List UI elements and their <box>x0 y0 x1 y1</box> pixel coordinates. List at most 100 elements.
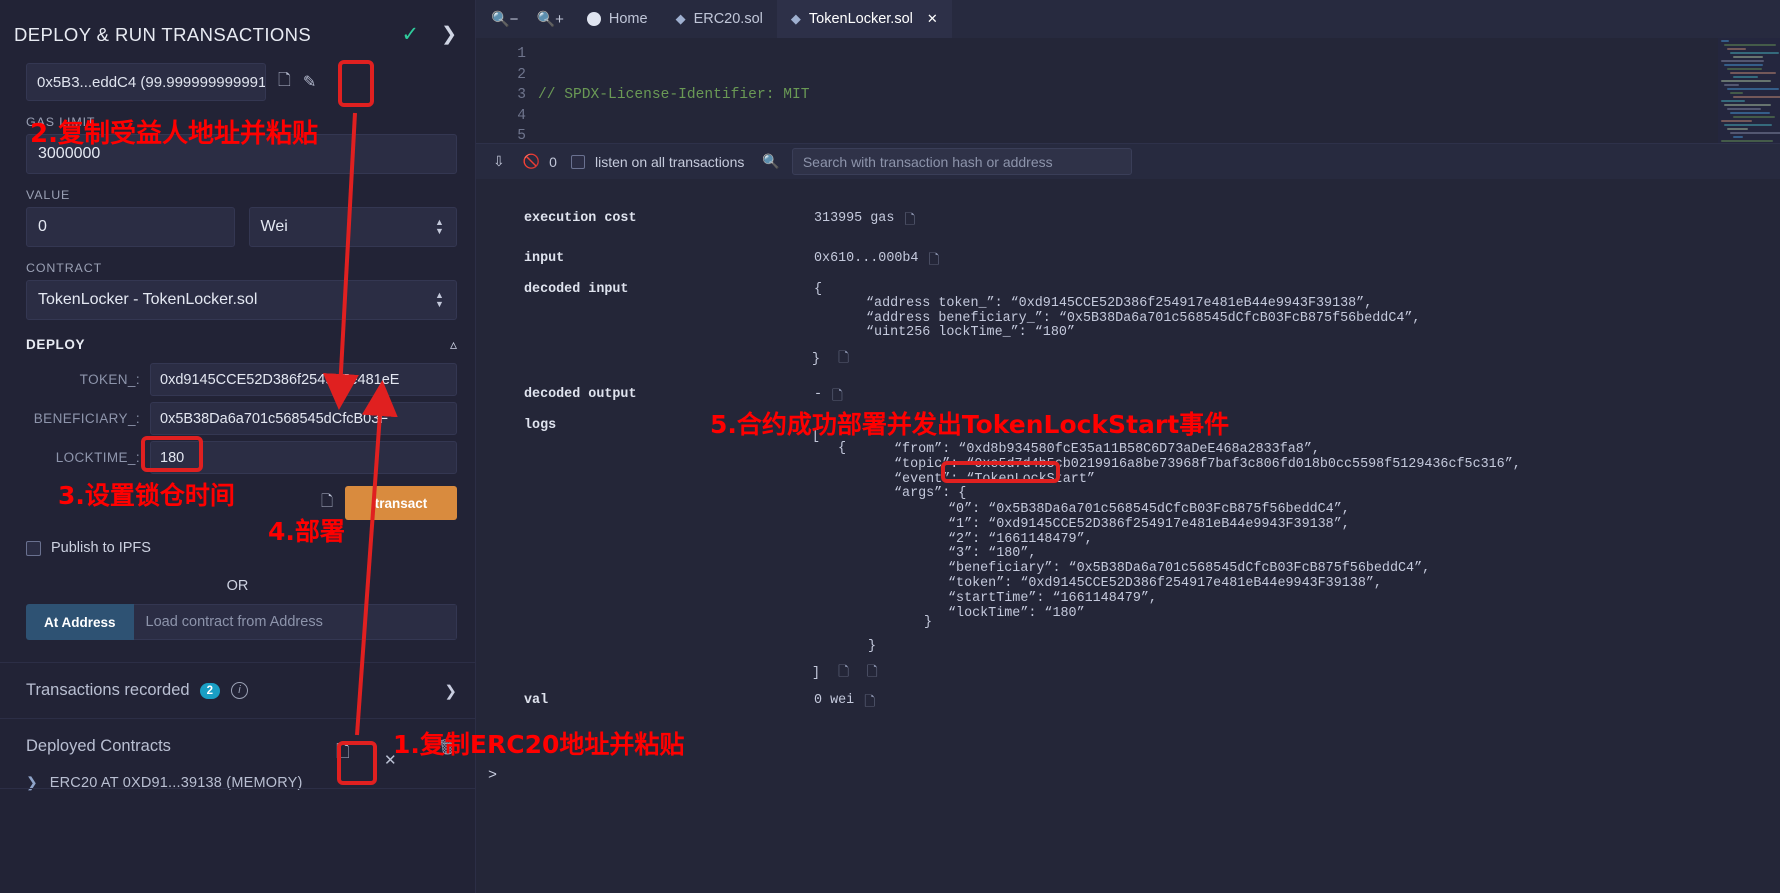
minimap-line <box>1724 44 1776 46</box>
minimap-line <box>1724 124 1772 126</box>
minimap-line <box>1733 76 1758 78</box>
args-line-locktime: “lockTime”: “180” <box>948 605 1085 621</box>
value-row: 0 Wei ▲ ▼ <box>26 207 457 247</box>
minimap-line <box>1724 104 1771 106</box>
minimap-line <box>1730 92 1743 94</box>
args-line-0: “0”: “0x5B38Da6a701c568545dCfcB03FcB875f… <box>948 502 1350 517</box>
param-row-locktime: LOCKTIME_: 180 <box>26 441 457 474</box>
code-editor[interactable]: 1 2 3 4 5 // SPDX-License-Identifier: MI… <box>476 38 1780 143</box>
account-select[interactable]: 0x5B3...eddC4 (99.999999999991650 ▲▼ <box>26 63 266 101</box>
solidity-icon-erc20: ◆ <box>675 11 686 26</box>
publish-ipfs-row[interactable]: Publish to IPFS <box>26 540 475 556</box>
panel-header: DEPLOY & RUN TRANSACTIONS ✓ ❯ <box>0 0 475 55</box>
line-number: 5 <box>517 128 526 143</box>
line-number: 3 <box>517 87 526 103</box>
or-divider: OR <box>226 578 249 594</box>
terminal-count: 0 <box>549 153 557 170</box>
contract-select[interactable]: TokenLocker - TokenLocker.sol ▲ ▼ <box>26 280 457 320</box>
logs-close-row: ] 🗋 🗋 <box>812 663 878 685</box>
search-icon[interactable]: 🔍 <box>762 153 779 170</box>
at-address-button[interactable]: At Address <box>26 604 134 640</box>
chevron-right-icon[interactable]: ❯ <box>441 23 457 46</box>
line-number: 2 <box>517 66 526 83</box>
args-line-1: “1”: “0xd9145CCE52D386f254917e481eB44e99… <box>948 516 1350 532</box>
tab-erc20[interactable]: ◆ ERC20.sol <box>662 0 777 38</box>
copy-icon[interactable]: 🗋 <box>928 251 939 273</box>
row-key: val <box>524 693 549 708</box>
highlight-event-name <box>941 461 1060 483</box>
deploy-section-header[interactable]: DEPLOY ▵ <box>26 336 457 353</box>
terminal-row-input: input 0x610...000b4 🗋 <box>524 251 939 273</box>
transactions-recorded-label: Transactions recorded <box>26 681 190 699</box>
info-icon[interactable]: i <box>230 682 248 699</box>
copy-icon[interactable]: 🗋 <box>838 666 849 681</box>
tab-tokenlocker[interactable]: ◆ TokenLocker.sol ✕ <box>776 0 952 38</box>
value-label: VALUE <box>26 188 71 202</box>
copy-icon[interactable]: 🗋 <box>904 211 915 233</box>
row-key: decoded input <box>524 282 629 297</box>
minimap-line <box>1733 136 1743 138</box>
unit-stepper-icon[interactable]: ▲ ▼ <box>434 218 445 236</box>
logs-close-bracket: ] <box>812 666 821 681</box>
close-icon[interactable]: ✕ <box>927 11 938 27</box>
tab-home[interactable]: Home <box>573 0 662 38</box>
page-title: DEPLOY & RUN TRANSACTIONS <box>14 23 312 45</box>
args-line-starttime: “startTime”: “1661148479”, <box>948 590 1157 606</box>
publish-ipfs-checkbox[interactable] <box>26 540 41 556</box>
param-input-token[interactable]: 0xd9145CCE52D386f254917e481eE <box>150 363 457 396</box>
decoded-input-close-row: } 🗋 <box>812 349 849 371</box>
value-unit-select[interactable]: Wei ▲ ▼ <box>248 207 457 247</box>
minimap-line <box>1733 56 1763 58</box>
deployed-contract-item[interactable]: ❯ ERC20 AT 0XD91...39138 (MEMORY) <box>0 766 475 799</box>
terminal-output[interactable]: execution cost 313995 gas 🗋 input 0x610.… <box>476 179 1780 893</box>
code-text[interactable]: // SPDX-License-Identifier: MIT // wtf.a… <box>538 38 1780 143</box>
code-line-1: // SPDX-License-Identifier: MIT <box>538 87 810 103</box>
minimap-line <box>1733 96 1780 98</box>
value-input[interactable]: 0 <box>26 207 235 247</box>
logs-line-from: “from”: “0xd8b934580fcE35a11B58C6D73aDeE… <box>894 442 1320 457</box>
minimap-line <box>1727 88 1779 90</box>
copy-account-icon[interactable]: 🗋 <box>278 69 291 96</box>
contract-stepper-icon[interactable]: ▲ ▼ <box>434 291 445 309</box>
listen-all-transactions-checkbox[interactable] <box>570 154 585 169</box>
copy-icon-2[interactable]: 🗋 <box>867 666 878 681</box>
transactions-recorded-row[interactable]: Transactions recorded 2 i ❯ <box>0 663 475 718</box>
row-key: execution cost <box>524 211 637 226</box>
args-line-3: “3”: “180”, <box>948 546 1037 562</box>
param-input-beneficiary[interactable]: 0x5B38Da6a701c568545dCfcB03F <box>150 402 457 435</box>
row-value: { <box>814 282 823 297</box>
terminal-prompt[interactable]: > <box>488 767 497 784</box>
value-unit: Wei <box>260 218 288 235</box>
minimap-line <box>1727 48 1746 50</box>
contract-value: TokenLocker - TokenLocker.sol <box>38 291 258 308</box>
at-address-input[interactable]: Load contract from Address <box>133 604 457 640</box>
zoom-out-icon[interactable]: 🔍− <box>491 10 518 28</box>
param-label-token: TOKEN_: <box>79 372 140 387</box>
param-label-locktime: LOCKTIME_: <box>55 450 140 465</box>
args-line-token: “token”: “0xd9145CCE52D386f254917e481eB4… <box>948 575 1382 591</box>
args-line-beneficiary: “beneficiary”: “0x5B38Da6a701c568545dCfc… <box>948 561 1431 577</box>
chevron-double-down-icon[interactable]: ⇩ <box>493 153 505 170</box>
edit-account-icon[interactable]: ✎ <box>303 72 316 92</box>
decoded-input-close: } <box>812 352 821 367</box>
minimap-line <box>1721 80 1771 82</box>
row-value: 313995 gas <box>814 211 895 226</box>
copy-icon[interactable]: 🗋 <box>838 352 849 367</box>
annotation-3: 3.设置锁仓时间 <box>58 481 235 510</box>
transact-button[interactable]: transact <box>345 486 457 520</box>
ban-icon[interactable]: 🚫 <box>523 153 540 170</box>
copy-icon[interactable]: 🗋 <box>864 693 875 715</box>
minimap-line <box>1730 112 1770 114</box>
line-number-gutter: 1 2 3 4 5 <box>476 38 538 143</box>
editor-minimap[interactable] <box>1718 38 1780 143</box>
chevron-up-icon[interactable]: ▵ <box>450 336 457 353</box>
zoom-in-icon[interactable]: 🔍+ <box>536 10 563 28</box>
chevron-right-icon-tx[interactable]: ❯ <box>444 682 457 700</box>
minimap-line <box>1721 60 1764 62</box>
param-row-beneficiary: BENEFICIARY_: 0x5B38Da6a701c568545dCfcB0… <box>26 402 457 435</box>
search-input[interactable]: Search with transaction hash or address <box>791 148 1132 175</box>
minimap-line <box>1721 140 1773 142</box>
annotation-2: 2.复制受益人地址并粘贴 <box>30 119 318 149</box>
row-value: 0x610...000b4 <box>814 251 919 266</box>
account-value: 0x5B3...eddC4 (99.999999999991650 <box>37 73 266 91</box>
